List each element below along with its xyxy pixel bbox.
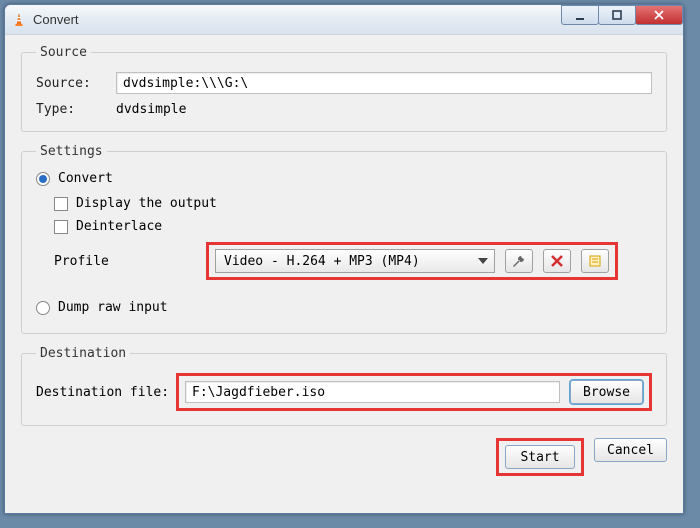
display-output-label: Display the output xyxy=(76,196,217,211)
cancel-button[interactable]: Cancel xyxy=(594,438,667,462)
profile-settings-button[interactable] xyxy=(505,249,533,273)
chevron-down-icon xyxy=(478,258,488,264)
convert-radio[interactable] xyxy=(36,172,50,186)
start-button[interactable]: Start xyxy=(505,445,575,469)
profile-highlight: Video - H.264 + MP3 (MP4) xyxy=(206,242,618,280)
maximize-button[interactable] xyxy=(598,5,636,25)
deinterlace-checkbox[interactable] xyxy=(54,220,68,234)
dump-radio[interactable] xyxy=(36,301,50,315)
window-buttons xyxy=(562,5,683,25)
dialog-body: Source Source: Type: dvdsimple Settings … xyxy=(5,35,683,513)
close-button[interactable] xyxy=(635,5,683,25)
titlebar[interactable]: Convert xyxy=(5,5,683,35)
convert-dialog: Convert Source Source: Type: dvdsimple xyxy=(4,4,684,514)
vlc-cone-icon xyxy=(11,12,27,28)
settings-group: Settings Convert Display the output Dein… xyxy=(21,144,667,334)
delete-x-icon xyxy=(550,254,564,268)
window-title: Convert xyxy=(33,12,79,27)
type-label: Type: xyxy=(36,102,116,117)
type-value: dvdsimple xyxy=(116,102,186,117)
dialog-buttons: Start Cancel xyxy=(21,438,667,476)
destination-input[interactable] xyxy=(185,381,560,403)
profile-select-value: Video - H.264 + MP3 (MP4) xyxy=(224,254,420,269)
convert-radio-label: Convert xyxy=(58,171,113,186)
settings-legend: Settings xyxy=(36,144,107,159)
dump-radio-label: Dump raw input xyxy=(58,300,168,315)
deinterlace-label: Deinterlace xyxy=(76,219,162,234)
destination-group: Destination Destination file: Browse xyxy=(21,346,667,426)
profile-select[interactable]: Video - H.264 + MP3 (MP4) xyxy=(215,249,495,273)
start-highlight: Start xyxy=(496,438,584,476)
source-label: Source: xyxy=(36,76,116,91)
profile-delete-button[interactable] xyxy=(543,249,571,273)
minimize-button[interactable] xyxy=(561,5,599,25)
dest-label: Destination file: xyxy=(36,385,176,400)
source-legend: Source xyxy=(36,45,91,60)
new-profile-icon xyxy=(588,254,602,268)
display-output-checkbox[interactable] xyxy=(54,197,68,211)
wrench-icon xyxy=(511,253,527,269)
destination-highlight: Browse xyxy=(176,373,652,411)
profile-label: Profile xyxy=(36,254,196,269)
browse-button[interactable]: Browse xyxy=(570,380,643,404)
source-input[interactable] xyxy=(116,72,652,94)
profile-new-button[interactable] xyxy=(581,249,609,273)
source-group: Source Source: Type: dvdsimple xyxy=(21,45,667,132)
destination-legend: Destination xyxy=(36,346,130,361)
